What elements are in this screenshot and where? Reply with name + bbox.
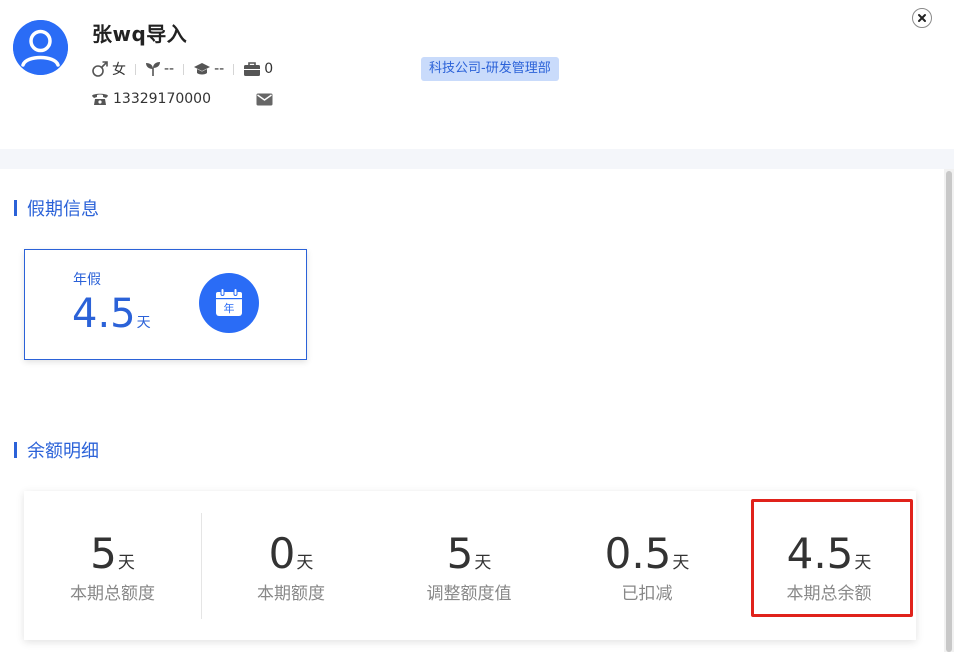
seedling-icon bbox=[145, 61, 161, 77]
leave-section-title-text: 假期信息 bbox=[27, 199, 99, 220]
stat-unit: 天 bbox=[117, 553, 135, 573]
close-icon bbox=[917, 13, 927, 23]
gender-item: 女 bbox=[91, 59, 126, 79]
stat-number: 5 bbox=[446, 529, 474, 578]
balance-section-title-text: 余额明细 bbox=[27, 441, 99, 462]
stat-label: 调整额度值 bbox=[426, 584, 512, 604]
leave-section-title: 假期信息 bbox=[14, 197, 99, 220]
seedling-text: -- bbox=[164, 61, 175, 77]
stat-adjustment: 5 天 调整额度值 bbox=[380, 491, 558, 640]
meta-divider bbox=[233, 63, 235, 75]
seedling-item: -- bbox=[145, 61, 174, 77]
graduation-cap-icon bbox=[193, 61, 211, 77]
education-text: -- bbox=[214, 61, 225, 77]
stat-value: 0 天 bbox=[202, 531, 380, 577]
title-accent-bar bbox=[14, 200, 17, 216]
leave-value-unit: 天 bbox=[136, 315, 151, 331]
close-button[interactable] bbox=[912, 8, 932, 28]
stat-value: 5 天 bbox=[380, 531, 558, 577]
header-divider-band bbox=[0, 149, 954, 169]
stat-label: 本期总额度 bbox=[70, 584, 155, 604]
leave-type-label: 年假 bbox=[73, 272, 101, 288]
profile-header: 张wq导入 女 -- -- 0 13329170000 科技公司-研发管理部 bbox=[0, 0, 954, 149]
stat-unit: 天 bbox=[474, 553, 492, 573]
stat-value: 0.5 天 bbox=[558, 531, 736, 577]
stat-unit: 天 bbox=[672, 553, 690, 573]
title-accent-bar bbox=[14, 442, 17, 458]
work-years-item: 0 bbox=[243, 61, 273, 77]
stat-total-quota: 5 天 本期总额度 bbox=[24, 491, 201, 640]
highlight-box bbox=[751, 499, 913, 617]
telephone-icon bbox=[91, 92, 109, 106]
stat-label: 已扣减 bbox=[621, 584, 673, 604]
user-avatar-icon bbox=[13, 20, 68, 75]
meta-divider bbox=[183, 63, 185, 75]
stat-label: 本期额度 bbox=[257, 584, 325, 604]
calendar-icon: 年 bbox=[199, 273, 259, 333]
stat-unit: 天 bbox=[296, 553, 314, 573]
stat-deducted: 0.5 天 已扣减 bbox=[558, 491, 736, 640]
department-tag: 科技公司-研发管理部 bbox=[421, 57, 559, 81]
employee-name: 张wq导入 bbox=[92, 22, 188, 46]
meta-divider bbox=[135, 63, 136, 75]
gender-text: 女 bbox=[112, 62, 126, 78]
stat-number: 5 bbox=[90, 529, 117, 578]
annual-leave-card[interactable]: 年假 4.5 天 年 bbox=[24, 249, 307, 360]
work-years-text: 0 bbox=[264, 61, 274, 77]
stat-value: 5 天 bbox=[24, 531, 201, 577]
phone-number: 13329170000 bbox=[113, 91, 211, 107]
vertical-scrollbar[interactable] bbox=[944, 169, 954, 652]
stat-number: 0 bbox=[268, 529, 296, 578]
education-item: -- bbox=[193, 61, 224, 77]
briefcase-icon bbox=[243, 61, 261, 77]
leave-value: 4.5 天 bbox=[72, 290, 151, 338]
male-symbol-icon bbox=[91, 60, 109, 78]
profile-meta-row: 女 -- -- 0 bbox=[91, 59, 273, 79]
stat-number: 0.5 bbox=[604, 529, 672, 578]
leave-value-number: 4.5 bbox=[72, 291, 136, 337]
balance-section-title: 余额明细 bbox=[14, 439, 99, 462]
contact-row: 13329170000 bbox=[91, 89, 273, 109]
scrollbar-thumb[interactable] bbox=[946, 171, 952, 652]
stat-period-quota: 0 天 本期额度 bbox=[202, 491, 380, 640]
envelope-icon[interactable] bbox=[256, 93, 273, 106]
calendar-icon-text: 年 bbox=[224, 301, 235, 315]
